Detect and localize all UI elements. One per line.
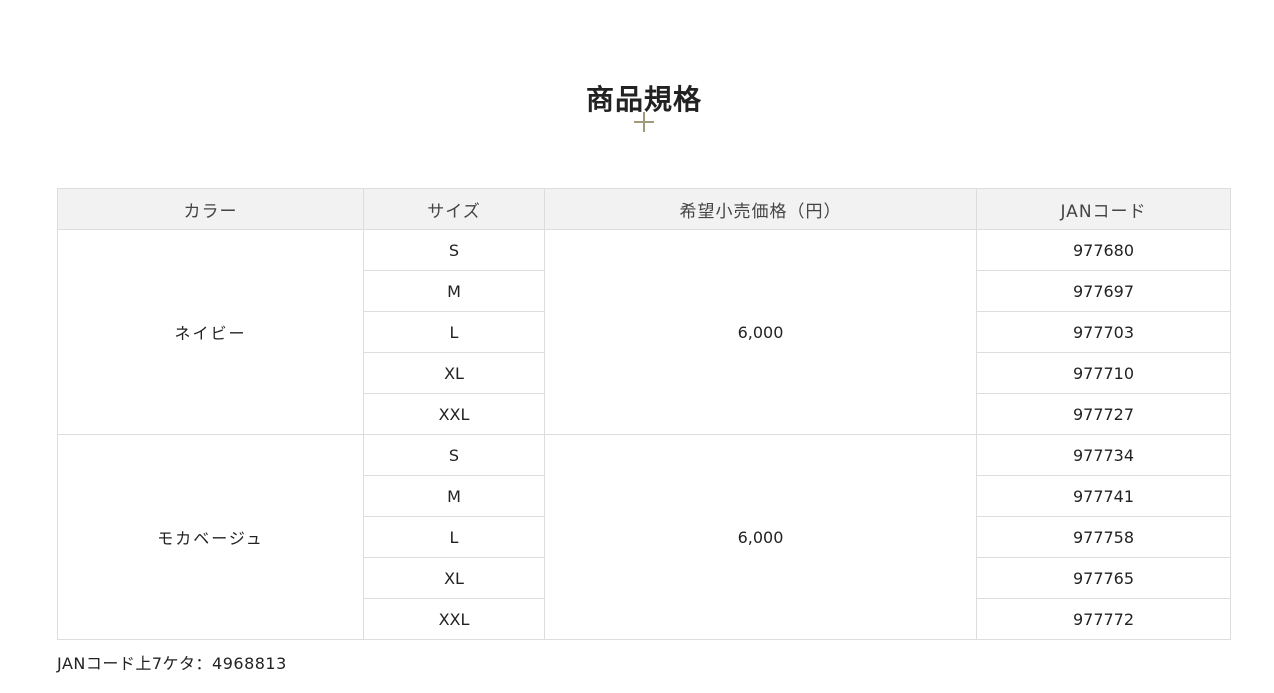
- jan-cell: 977703: [976, 311, 1231, 353]
- size-cell: S: [363, 434, 545, 476]
- header-color: カラー: [57, 188, 364, 230]
- size-cell: XXL: [363, 393, 545, 435]
- table-row: モカベージュ S 6,000 977734: [57, 434, 1231, 640]
- table-row: ネイビー S 6,000 977680: [57, 229, 1231, 435]
- color-name: モカベージュ: [57, 434, 364, 640]
- jan-cell: 977727: [976, 393, 1231, 435]
- size-cell: M: [363, 270, 545, 312]
- size-cell: S: [363, 229, 545, 271]
- jan-cell: 977697: [976, 270, 1231, 312]
- size-cell: L: [363, 311, 545, 353]
- jan-cell: 977758: [976, 516, 1231, 558]
- header-price: 希望小売価格（円）: [544, 188, 977, 230]
- size-cell: M: [363, 475, 545, 517]
- spec-table: カラー サイズ 希望小売価格（円） JANコード ネイビー S 6,000 97…: [57, 188, 1231, 640]
- jan-cell: 977772: [976, 598, 1231, 640]
- size-cell: XL: [363, 352, 545, 394]
- jan-cell: 977734: [976, 434, 1231, 476]
- jan-prefix-note: JANコード上7ケタ：4968813: [57, 654, 287, 673]
- jan-cell: 977765: [976, 557, 1231, 599]
- price-cell: 6,000: [544, 229, 977, 435]
- header-jan: JANコード: [976, 188, 1231, 230]
- table-header-row: カラー サイズ 希望小売価格（円） JANコード: [57, 188, 1231, 230]
- size-cell: XL: [363, 557, 545, 599]
- jan-cell: 977680: [976, 229, 1231, 271]
- size-cell: XXL: [363, 598, 545, 640]
- size-cell: L: [363, 516, 545, 558]
- jan-cell: 977741: [976, 475, 1231, 517]
- plus-icon: [634, 112, 654, 132]
- header-size: サイズ: [363, 188, 545, 230]
- color-name: ネイビー: [57, 229, 364, 435]
- price-cell: 6,000: [544, 434, 977, 640]
- jan-cell: 977710: [976, 352, 1231, 394]
